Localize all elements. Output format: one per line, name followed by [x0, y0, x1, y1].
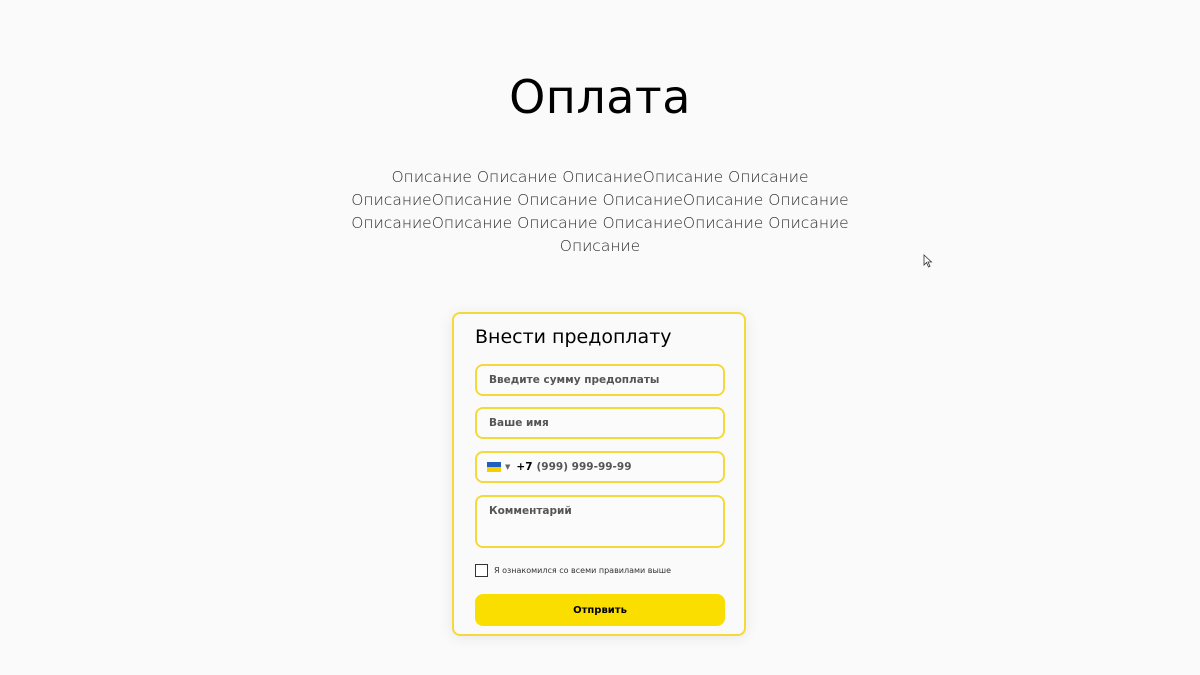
- page-description: Описание Описание ОписаниеОписание Описа…: [351, 168, 849, 255]
- name-input[interactable]: [475, 407, 725, 439]
- submit-button[interactable]: Отпрвить: [475, 594, 725, 626]
- phone-placeholder: (999) 999-99-99: [536, 461, 632, 473]
- prepayment-form: Внести предоплату ▼ +7 (999) 999-99-99 Я…: [452, 312, 746, 636]
- phone-prefix: +7: [516, 461, 533, 473]
- form-title: Внести предоплату: [475, 326, 672, 348]
- flag-icon[interactable]: [487, 462, 501, 472]
- phone-input[interactable]: ▼ +7 (999) 999-99-99: [475, 451, 725, 483]
- mouse-cursor-icon: [923, 254, 933, 268]
- agree-label[interactable]: Я ознакомился со всеми правилами выше: [494, 566, 671, 575]
- comment-field[interactable]: [475, 495, 725, 548]
- agree-checkbox[interactable]: [475, 564, 488, 577]
- amount-input[interactable]: [475, 364, 725, 396]
- agree-row[interactable]: Я ознакомился со всеми правилами выше: [475, 564, 671, 577]
- chevron-down-icon[interactable]: ▼: [505, 463, 510, 471]
- page-title: Оплата: [509, 70, 691, 124]
